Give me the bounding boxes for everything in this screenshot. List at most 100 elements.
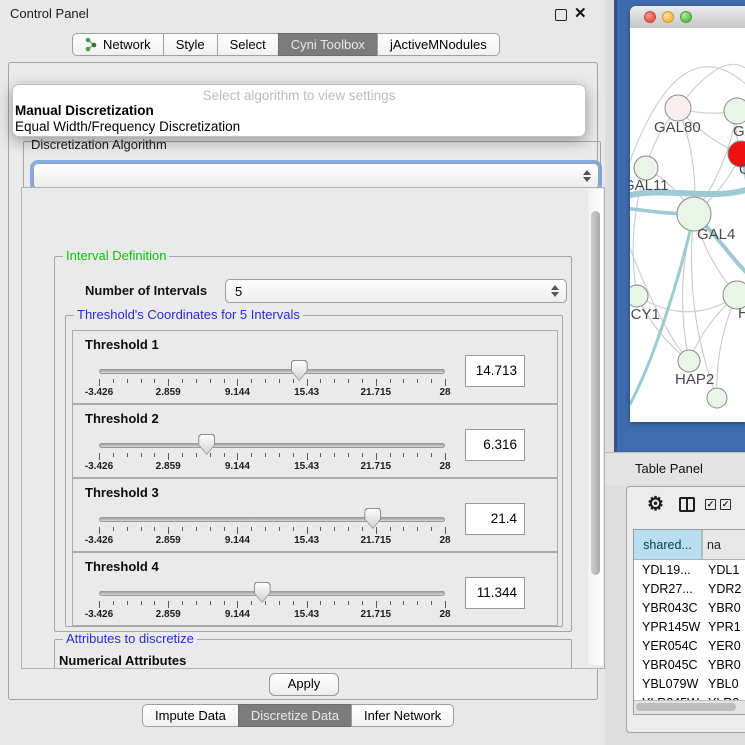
settings-vertical-scrollbar[interactable] [588,189,603,665]
apply-button[interactable]: Apply [269,673,339,696]
slider-tick [99,453,100,460]
tab-discretize-data[interactable]: Discretize Data [238,704,352,727]
checkbox-icon[interactable]: ✓ [705,499,716,510]
slider-tick [224,527,225,531]
slider-tick-label: -3.426 [85,535,113,546]
slider-tick [390,453,391,457]
network-node-gal80[interactable] [665,95,691,121]
slider-tick [417,527,418,531]
tab-select[interactable]: Select [217,33,279,56]
tab-network[interactable]: Network [72,33,164,56]
cell-shared-name: YPR145W [634,620,702,634]
gear-icon[interactable]: ⚙ [647,495,664,514]
close-icon[interactable]: ✕ [574,4,587,22]
algorithm-option-manual-discretization[interactable]: Manual Discretization [15,103,583,119]
node-table-rows: YDL19...YDL1YDR27...YDR2YBR043CYBR0YPR14… [634,559,745,701]
table-row[interactable]: YBL079WYBL0 [634,674,745,693]
network-node-label: H [738,305,745,322]
tab-impute-data[interactable]: Impute Data [142,704,239,727]
slider-tick [403,453,404,457]
threshold-slider-thumb[interactable] [364,508,381,529]
slider-tick-label: -3.426 [85,461,113,472]
tab-infer-network[interactable]: Infer Network [351,704,454,727]
table-row[interactable]: YBR043CYBR0 [634,598,745,617]
table-hscrollbar-thumb[interactable] [636,703,736,711]
threshold-slider-thumb[interactable] [198,434,215,455]
network-canvas[interactable]: GAL80GAGGAL11GAL4GCY1HHAP2 [630,28,745,422]
threshold-slider-thumb[interactable] [291,360,308,381]
table-row[interactable]: YER054CYER0 [634,636,745,655]
panel-titlebar: Control Panel ✕ [0,0,605,26]
algorithm-option-equal-width-frequency-discretization[interactable]: Equal Width/Frequency Discretization [15,119,583,135]
slider-tick-label: 15.43 [294,461,319,472]
threshold-slider-track[interactable] [99,443,445,448]
network-edge[interactable] [717,295,737,398]
table-row[interactable]: YBR045CYBR0 [634,655,745,674]
slider-tick-label: 21.715 [361,387,392,398]
table-panel: ⚙ ✓ ✓ shared... na YDL19...YDL1YDR27...Y… [626,486,745,733]
threshold-value-field[interactable]: 21.4 [465,503,525,535]
column-header-shared-name[interactable]: shared... [634,530,702,559]
slider-tick [390,601,391,605]
slider-tick [431,379,432,383]
numerical-attributes-header: Numerical Attributes [59,653,186,668]
slider-tick [237,527,238,534]
network-node-label: G [739,161,745,178]
number-of-intervals-label: Number of Intervals [85,283,207,298]
slider-tick [376,527,377,534]
algorithm-combo[interactable] [33,163,599,189]
slider-tick [141,601,142,605]
slider-tick [362,379,363,383]
control-panel: Control Panel ✕ NetworkStyleSelect Cyni T… [0,0,605,745]
float-icon[interactable] [555,9,567,21]
panel-title: Control Panel [10,6,89,21]
slider-tick [320,527,321,531]
mac-zoom-light-icon[interactable] [680,11,692,23]
slider-tick [224,601,225,605]
slider-tick-label: 9.144 [225,535,250,546]
threshold-slider-track[interactable] [99,369,445,374]
tab-jactivemnodules[interactable]: jActiveMNodules [377,33,500,56]
table-panel-toolbar: ⚙ ✓ ✓ [627,487,745,525]
slider-tick-label: 21.715 [361,535,392,546]
mac-close-light-icon[interactable] [644,11,656,23]
mac-minimize-light-icon[interactable] [662,11,674,23]
table-row[interactable]: YPR145WYPR1 [634,617,745,636]
slider-tick [293,527,294,531]
thumb-face [365,509,380,528]
slider-tick [445,379,446,386]
threshold-value-field[interactable]: 6.316 [465,429,525,461]
slider-tick [390,527,391,531]
network-node-gtop[interactable] [724,98,745,124]
slider-tick [348,453,349,457]
threshold-label: Threshold 2 [85,411,159,426]
slider-tick-label: 2.859 [156,609,181,620]
table-horizontal-scrollbar[interactable] [634,700,745,714]
column-header-name[interactable]: na [702,530,745,559]
slider-tick [168,379,169,386]
network-view-frame[interactable]: GAL80GAGGAL11GAL4GCY1HHAP2 [614,0,745,452]
network-node-hap2[interactable] [678,350,700,372]
threshold-slider-thumb[interactable] [254,582,271,603]
threshold-value-field[interactable]: 11.344 [465,577,525,609]
slider-tick-label: -3.426 [85,609,113,620]
columns-icon[interactable] [679,497,695,512]
slider-tick [182,453,183,457]
number-of-intervals-combo[interactable]: 5 [225,279,567,303]
tab-cyni-toolbox[interactable]: Cyni Toolbox [278,33,378,56]
tab-label: Cyni Toolbox [291,34,365,55]
threshold-slider-track[interactable] [99,591,445,596]
slider-tick [293,601,294,605]
threshold-box-4: Threshold 4-3.4262.8599.14415.4321.71528… [72,552,558,626]
network-node-bot[interactable] [707,388,727,408]
tab-style[interactable]: Style [163,33,218,56]
settings-scrollbar-thumb[interactable] [591,211,600,575]
threshold-label: Threshold 3 [85,485,159,500]
threshold-slider-track[interactable] [99,517,445,522]
table-row[interactable]: YDR27...YDR2 [634,579,745,598]
checkbox-icon[interactable]: ✓ [720,499,731,510]
table-row[interactable]: YDL19...YDL1 [634,560,745,579]
network-node-gcy1[interactable] [630,285,648,307]
slider-tick [141,527,142,531]
threshold-value-field[interactable]: 14.713 [465,355,525,387]
